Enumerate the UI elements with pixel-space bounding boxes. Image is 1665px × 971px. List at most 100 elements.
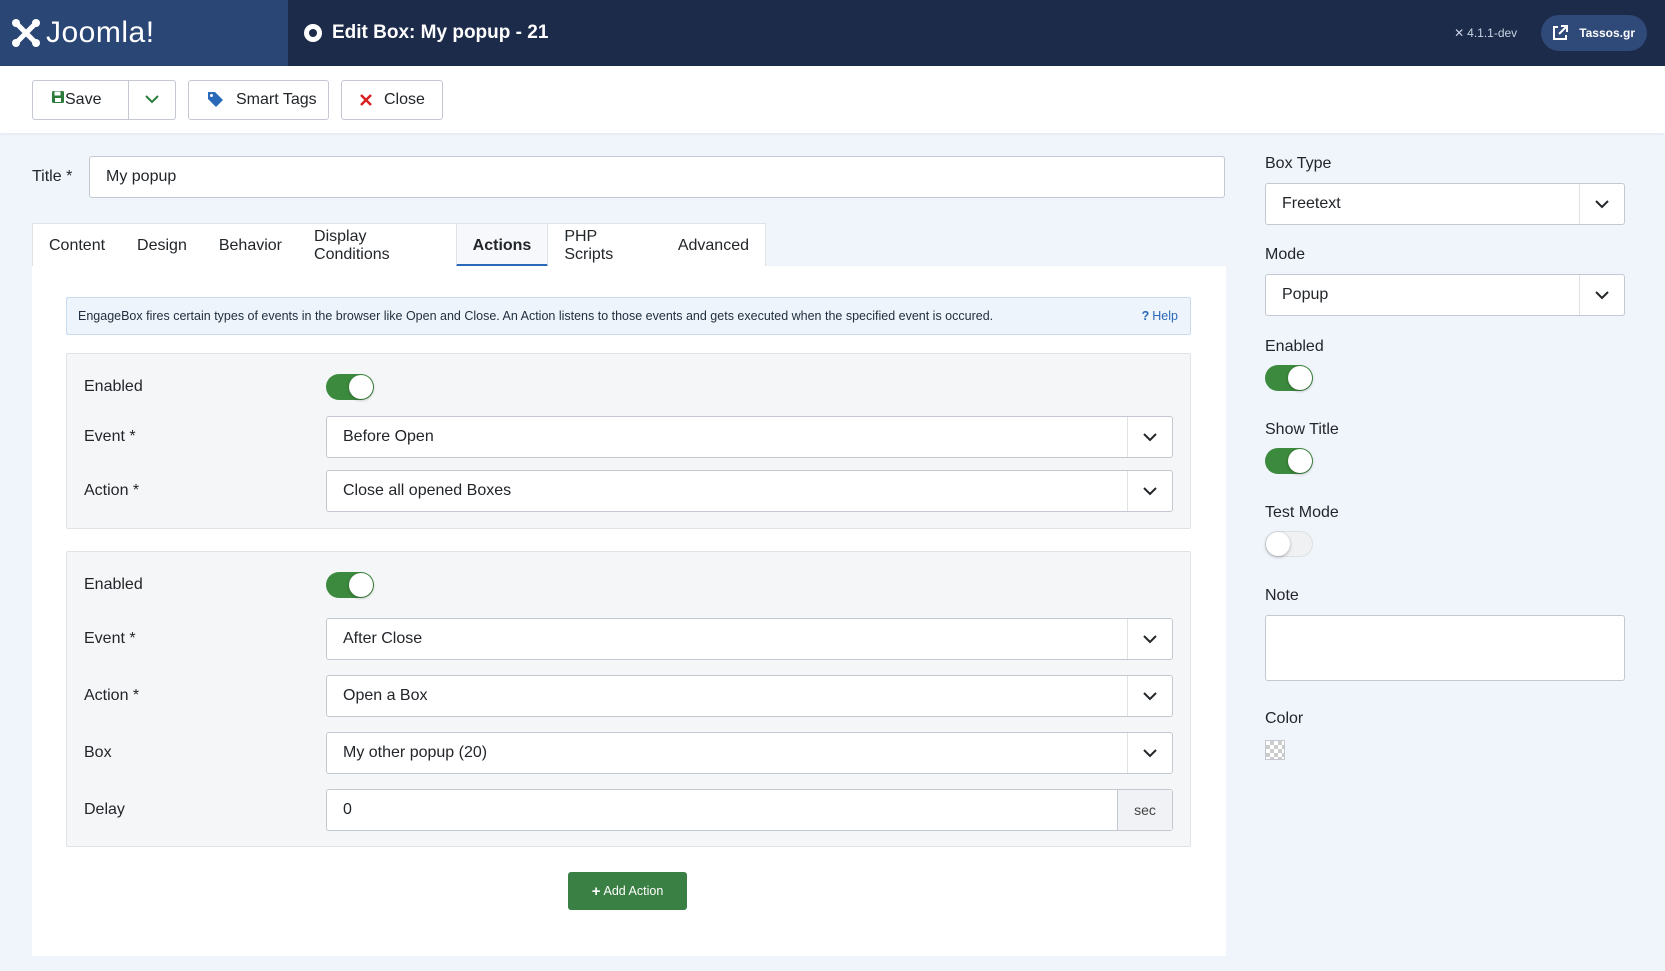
action-row: Action * Open a Box (84, 675, 1173, 717)
action-row: Action * Close all opened Boxes (84, 470, 1173, 512)
joomla-small-icon: ✕ (1454, 26, 1465, 40)
toggle-knob (1266, 532, 1290, 556)
color-label: Color (1265, 710, 1304, 727)
header-right: ✕ 4.1.1-dev Tassos.gr (1454, 0, 1647, 66)
enabled-row: Enabled (84, 366, 1173, 408)
event-value: Before Open (343, 428, 434, 445)
tab-advanced[interactable]: Advanced (662, 224, 765, 267)
action-label: Action * (84, 687, 140, 704)
plus-icon: + (591, 882, 601, 900)
save-button[interactable]: Save (32, 79, 129, 120)
help-link[interactable]: ? Help (1142, 309, 1178, 323)
test-mode-toggle[interactable] (1265, 531, 1313, 557)
save-options-dropdown[interactable] (129, 79, 176, 120)
smart-tags-button[interactable]: Smart Tags (188, 79, 329, 120)
chevron-down-icon (1127, 676, 1172, 716)
add-action-button[interactable]: + Add Action (568, 872, 687, 910)
tag-icon (207, 91, 224, 108)
title-field-row: Title * My popup (32, 156, 1225, 198)
enabled-label: Enabled (1265, 338, 1324, 355)
action-select[interactable]: Close all opened Boxes (326, 470, 1173, 512)
event-select[interactable]: After Close (326, 618, 1173, 660)
enabled-toggle[interactable] (326, 374, 374, 400)
enabled-toggle[interactable] (1265, 365, 1313, 391)
box-value: My other popup (20) (343, 744, 488, 761)
question-icon: ? (1141, 309, 1150, 323)
box-type-value: Freetext (1282, 195, 1341, 212)
event-label: Event * (84, 428, 136, 445)
box-select[interactable]: My other popup (20) (326, 732, 1173, 774)
toggle-knob (1288, 449, 1312, 473)
show-title-toggle[interactable] (1265, 448, 1313, 474)
chevron-down-icon (1127, 619, 1172, 659)
tab-behavior[interactable]: Behavior (203, 224, 298, 267)
actions-panel: EngageBox fires certain types of events … (32, 266, 1226, 956)
chevron-down-icon (1127, 417, 1172, 457)
box-type-select[interactable]: Freetext (1265, 183, 1625, 225)
box-row: Box My other popup (20) (84, 732, 1173, 774)
title-input[interactable]: My popup (89, 156, 1225, 198)
tab-php-scripts[interactable]: PHP Scripts (548, 224, 662, 267)
tab-content[interactable]: Content (33, 224, 121, 267)
delay-input[interactable]: 0 sec (326, 789, 1173, 831)
toggle-knob (349, 573, 373, 597)
add-action-label: Add Action (603, 884, 664, 898)
event-row: Event * Before Open (84, 416, 1173, 458)
event-select[interactable]: Before Open (326, 416, 1173, 458)
show-title-label: Show Title (1265, 421, 1339, 438)
page-title: Edit Box: My popup - 21 (332, 22, 549, 43)
action-value: Open a Box (343, 687, 428, 704)
chevron-down-icon (1127, 471, 1172, 511)
tab-display-conditions[interactable]: Display Conditions (298, 224, 456, 267)
delay-row: Delay 0 sec (84, 789, 1173, 831)
note-textarea[interactable] (1265, 615, 1625, 681)
site-name: Tassos.gr (1579, 26, 1635, 40)
close-label: Close (384, 90, 425, 108)
help-label: Help (1152, 309, 1178, 323)
enabled-toggle[interactable] (326, 572, 374, 598)
chevron-down-icon (1579, 184, 1624, 224)
test-mode-label: Test Mode (1265, 504, 1339, 521)
box-type-label: Box Type (1265, 155, 1332, 172)
version-text: 4.1.1-dev (1467, 26, 1518, 40)
toggle-knob (1288, 366, 1312, 390)
mode-value: Popup (1282, 286, 1329, 303)
event-label: Event * (84, 630, 136, 647)
brand-name: Joomla! (46, 16, 155, 49)
page-title-wrap: Edit Box: My popup - 21 (304, 22, 548, 44)
tab-bar: Content Design Behavior Display Conditio… (32, 223, 766, 267)
action-item-1: Enabled Event * Before Open Action * Clo… (66, 353, 1191, 529)
joomla-logo[interactable]: Joomla! (0, 0, 288, 66)
title-label: Title * (32, 168, 73, 185)
action-select[interactable]: Open a Box (326, 675, 1173, 717)
action-item-2: Enabled Event * After Close Action * Ope… (66, 551, 1191, 847)
view-site-button[interactable]: Tassos.gr (1541, 15, 1647, 51)
close-icon (360, 93, 372, 106)
external-link-icon (1547, 20, 1573, 46)
info-text: EngageBox fires certain types of events … (78, 309, 994, 323)
save-icon (51, 90, 65, 109)
tab-actions[interactable]: Actions (455, 224, 549, 267)
event-row: Event * After Close (84, 618, 1173, 660)
delay-label: Delay (84, 801, 125, 818)
mode-label: Mode (1265, 246, 1306, 263)
delay-value: 0 (343, 801, 352, 818)
version-badge: ✕ 4.1.1-dev (1454, 26, 1517, 40)
chevron-down-icon (145, 95, 159, 104)
joomla-logo-icon (12, 19, 40, 47)
enabled-label: Enabled (84, 378, 143, 395)
event-value: After Close (343, 630, 423, 647)
tab-design[interactable]: Design (121, 224, 203, 267)
toolbar: Save Smart Tags Close (0, 66, 1665, 133)
delay-unit: sec (1117, 790, 1172, 830)
close-button[interactable]: Close (341, 79, 443, 120)
note-label: Note (1265, 587, 1299, 604)
app-header: Joomla! Edit Box: My popup - 21 ✕ 4.1.1-… (0, 0, 1665, 66)
color-picker[interactable] (1265, 740, 1285, 760)
enabled-label: Enabled (84, 576, 143, 593)
enabled-row: Enabled (84, 564, 1173, 606)
action-value: Close all opened Boxes (343, 482, 512, 499)
info-alert: EngageBox fires certain types of events … (66, 297, 1191, 335)
save-button-group: Save (32, 79, 176, 120)
mode-select[interactable]: Popup (1265, 274, 1625, 316)
